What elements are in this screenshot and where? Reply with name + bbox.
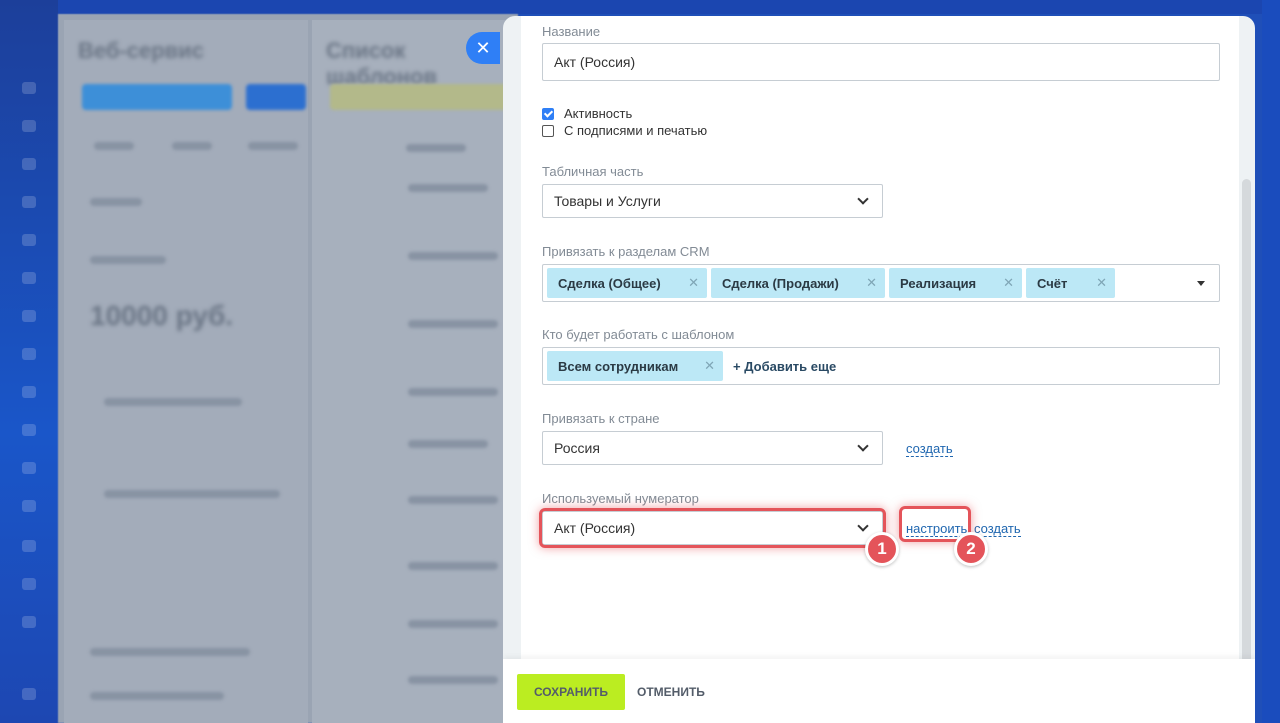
- background-right-strip: [1262, 0, 1280, 723]
- caret-down-icon[interactable]: [1197, 281, 1205, 286]
- crm-tag: Сделка (Продажи) ✕: [711, 268, 885, 298]
- crm-tag: Сделка (Общее) ✕: [547, 268, 707, 298]
- country-label: Привязать к стране: [542, 411, 660, 426]
- country-value: Россия: [554, 440, 600, 456]
- chevron-down-icon: [857, 520, 869, 532]
- chevron-down-icon: [857, 193, 869, 205]
- panel-footer: СОХРАНИТЬ ОТМЕНИТЬ: [503, 659, 1255, 723]
- close-icon: ✕: [475, 37, 491, 58]
- users-tag-label: Всем сотрудникам: [558, 358, 679, 374]
- table-part-select[interactable]: Товары и Услуги: [542, 184, 883, 218]
- remove-tag-icon[interactable]: ✕: [1003, 275, 1014, 291]
- checkbox-sign[interactable]: С подписями и печатью: [542, 123, 707, 138]
- crm-sections-multiselect[interactable]: Сделка (Общее) ✕ Сделка (Продажи) ✕ Реал…: [542, 264, 1220, 302]
- template-settings-panel: Название Акт (Россия) Активность С подпи…: [503, 16, 1255, 723]
- cancel-button[interactable]: ОТМЕНИТЬ: [637, 674, 705, 710]
- close-panel-button[interactable]: ✕: [466, 32, 500, 64]
- step-badge-1: 1: [865, 532, 899, 566]
- save-button[interactable]: СОХРАНИТЬ: [517, 674, 625, 710]
- checkbox-active-box[interactable]: [542, 107, 554, 120]
- users-label: Кто будет работать с шаблоном: [542, 327, 735, 342]
- name-label: Название: [542, 24, 601, 39]
- background-left-title: Веб-сервис: [78, 38, 204, 63]
- users-tag: Всем сотрудникам ✕: [547, 351, 723, 381]
- checkbox-active-label: Активность: [564, 106, 633, 121]
- users-multiselect[interactable]: Всем сотрудникам ✕ + Добавить еще: [542, 347, 1220, 385]
- checkbox-sign-box[interactable]: [542, 124, 554, 137]
- numerator-configure-link[interactable]: настроить: [906, 521, 968, 537]
- remove-tag-icon[interactable]: ✕: [1096, 275, 1107, 291]
- chevron-down-icon: [857, 440, 869, 452]
- country-select[interactable]: Россия: [542, 431, 883, 465]
- numerator-value: Акт (Россия): [554, 520, 636, 536]
- table-part-label: Табличная часть: [542, 164, 644, 179]
- step-badge-2: 2: [954, 532, 988, 566]
- numerator-select[interactable]: Акт (Россия): [542, 511, 883, 545]
- crm-tag-label: Сделка (Общее): [558, 275, 661, 291]
- background-topbar: [0, 0, 1280, 14]
- crm-tag: Счёт ✕: [1026, 268, 1115, 298]
- remove-tag-icon[interactable]: ✕: [704, 358, 715, 374]
- background-right-card: Список шаблонов: [312, 20, 512, 723]
- crm-tag-label: Сделка (Продажи): [722, 275, 839, 291]
- crm-tag-label: Реализация: [900, 275, 977, 291]
- background-left-subtitle: 10000 руб.: [90, 300, 234, 331]
- background-left-card: Веб-сервис 10000 руб.: [64, 20, 308, 723]
- remove-tag-icon[interactable]: ✕: [688, 275, 699, 291]
- name-input[interactable]: Акт (Россия): [542, 43, 1220, 81]
- background-sidebar: [0, 0, 58, 723]
- table-part-value: Товары и Услуги: [554, 193, 661, 209]
- crm-tag-label: Счёт: [1037, 275, 1068, 291]
- panel-scrollbar[interactable]: [1242, 179, 1251, 663]
- crm-tag: Реализация ✕: [889, 268, 1022, 298]
- name-input-value: Акт (Россия): [554, 54, 636, 70]
- add-more-users-link[interactable]: + Добавить еще: [733, 359, 836, 374]
- numerator-label: Используемый нумератор: [542, 491, 699, 506]
- checkbox-active[interactable]: Активность: [542, 106, 632, 121]
- country-create-link[interactable]: создать: [906, 441, 953, 457]
- remove-tag-icon[interactable]: ✕: [866, 275, 877, 291]
- crm-sections-label: Привязать к разделам CRM: [542, 244, 710, 259]
- checkbox-sign-label: С подписями и печатью: [564, 123, 708, 138]
- form-card: Название Акт (Россия) Активность С подпи…: [521, 16, 1239, 661]
